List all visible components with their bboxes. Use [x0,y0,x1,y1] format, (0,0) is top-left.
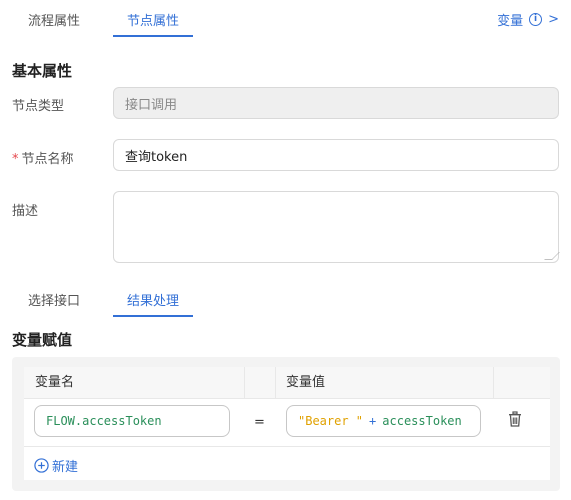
variable-value-input[interactable]: "Bearer " + accessToken [286,405,481,437]
add-row-button[interactable]: 新建 [34,456,78,475]
node-type-field: 接口调用 [113,87,559,119]
plus-circle-icon [34,458,49,473]
tab-result-handling[interactable]: 结果处理 [113,290,193,317]
assignment-table-container: 变量名 变量值 FLOW.accessToken = "Bearer " + a… [12,357,560,491]
node-name-input[interactable]: 查询token [113,139,559,171]
variables-link[interactable]: 变量 i > [497,10,559,29]
info-icon: i [529,13,543,26]
column-divider [275,367,276,399]
table-row: FLOW.accessToken = "Bearer " + accessTok… [24,399,550,447]
variables-link-label: 变量 [497,14,524,29]
column-header-variable-value: 变量值 [286,375,326,390]
tab-node-properties[interactable]: 节点属性 [113,10,193,37]
column-divider [493,367,494,399]
string-literal: "Bearer " [298,414,364,428]
delete-trash-icon[interactable] [508,411,522,427]
node-name-label-text: 节点名称 [21,152,74,167]
variable-reference: accessToken [382,414,462,428]
node-name-label: * 节点名称 [12,148,74,167]
resize-grip-icon[interactable] [544,252,560,260]
description-label: 描述 [12,204,39,219]
table-header: 变量名 变量值 [24,367,550,399]
assignment-table: 变量名 变量值 FLOW.accessToken = "Bearer " + a… [24,367,550,480]
plus-operator: + [369,414,377,428]
node-type-label: 节点类型 [12,99,65,114]
variable-name-input[interactable]: FLOW.accessToken [34,405,230,437]
tab-select-interface[interactable]: 选择接口 [24,290,84,317]
tab-process-properties[interactable]: 流程属性 [24,10,84,37]
top-tabs: 流程属性 节点属性 变量 i > [0,0,571,38]
description-textarea[interactable] [113,191,560,263]
add-row-label: 新建 [52,460,79,475]
basic-properties-title: 基本属性 [12,62,73,80]
column-divider [244,367,245,399]
required-asterisk: * [12,152,19,167]
variable-assignment-title: 变量赋值 [12,331,73,349]
chevron-right-icon: > [548,12,559,27]
equals-operator: = [254,415,265,430]
column-header-variable-name: 变量名 [35,375,75,390]
